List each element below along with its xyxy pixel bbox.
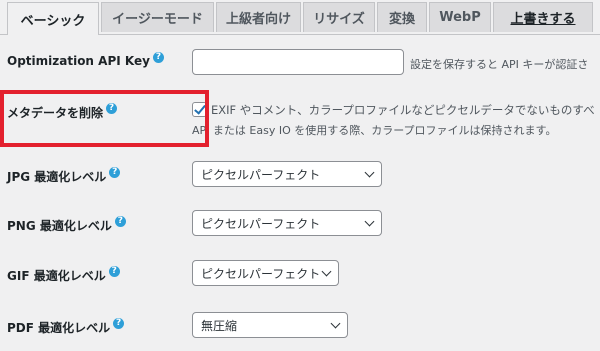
help-icon[interactable]: ? bbox=[108, 266, 120, 277]
gif-level-select[interactable]: ピクセルパーフェクト bbox=[192, 260, 339, 286]
jpg-label: JPG 最適化レベル ? bbox=[7, 167, 121, 185]
chevron-down-icon bbox=[364, 167, 375, 178]
setting-row-jpg: JPG 最適化レベル ? ピクセルパーフェクト bbox=[0, 161, 600, 189]
setting-row-pdf: PDF 最適化レベル ? 無圧縮 bbox=[0, 312, 600, 340]
png-label: PNG 最適化レベル ? bbox=[7, 216, 126, 234]
help-icon[interactable]: ? bbox=[113, 318, 125, 329]
metadata-description: EXIF やコメント、カラープロファイルなどピクセルデータでないものすべ bbox=[211, 103, 595, 117]
help-icon[interactable]: ? bbox=[109, 167, 121, 178]
tab-easy-mode[interactable]: イージーモード bbox=[101, 2, 214, 32]
pdf-label: PDF 最適化レベル ? bbox=[7, 318, 125, 336]
tab-basic[interactable]: ベーシック bbox=[7, 2, 99, 35]
chevron-down-icon bbox=[364, 216, 375, 227]
tab-webp[interactable]: WebP bbox=[429, 2, 491, 32]
chevron-down-icon bbox=[321, 266, 332, 277]
setting-row-png: PNG 最適化レベル ? ピクセルパーフェクト bbox=[0, 210, 600, 238]
setting-row-gif: GIF 最適化レベル ? ピクセルパーフェクト bbox=[0, 260, 600, 288]
setting-row-api-key: Optimization API Key ? 設定を保存すると API キーが認… bbox=[0, 49, 600, 79]
pdf-level-select[interactable]: 無圧縮 bbox=[192, 312, 348, 338]
api-key-label: Optimization API Key ? bbox=[7, 51, 164, 68]
png-level-select[interactable]: ピクセルパーフェクト bbox=[192, 210, 382, 236]
tab-overrides[interactable]: 上書きする bbox=[493, 2, 593, 32]
gif-label: GIF 最適化レベル ? bbox=[7, 266, 120, 284]
metadata-note: API または Easy IO を使用する際、カラープロファイルは保持されます。 bbox=[192, 124, 557, 137]
tab-convert[interactable]: 変換 bbox=[377, 2, 427, 32]
tab-advanced[interactable]: 上級者向け bbox=[216, 2, 301, 32]
api-key-description: 設定を保存すると API キーが認証さ bbox=[410, 58, 589, 71]
settings-tabs: ベーシック イージーモード 上級者向け リサイズ 変換 WebP 上書きする bbox=[0, 0, 600, 35]
highlight-box bbox=[0, 90, 209, 147]
help-icon[interactable]: ? bbox=[114, 216, 126, 227]
chevron-down-icon bbox=[330, 318, 341, 329]
help-icon[interactable]: ? bbox=[152, 51, 164, 63]
tab-resize[interactable]: リサイズ bbox=[303, 2, 375, 32]
api-key-input[interactable] bbox=[192, 49, 404, 75]
jpg-level-select[interactable]: ピクセルパーフェクト bbox=[192, 161, 382, 187]
